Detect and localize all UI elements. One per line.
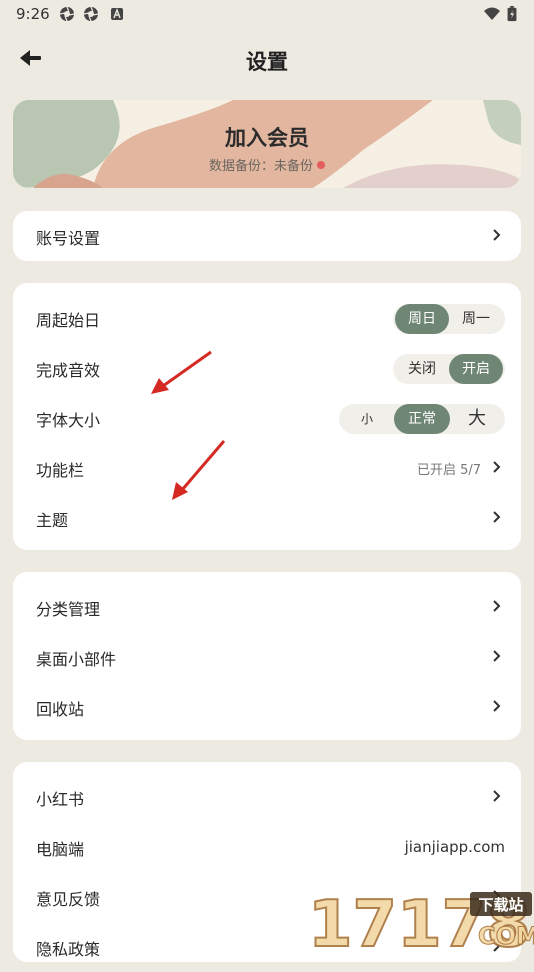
week-start-monday-option[interactable]: 周一 [449,304,503,334]
font-size-row: 字体大小 小 正常 大 [13,393,521,443]
account-settings-row[interactable]: 账号设置 [13,211,521,261]
battery-icon [507,6,517,22]
desktop-widget-row[interactable]: 桌面小部件 [13,632,521,682]
watermark-art: 17178 下载站 COM [307,887,534,963]
chevron-right-icon [493,511,501,523]
recycle-bin-row[interactable]: 回收站 [13,682,521,732]
watermark-tag: 下载站 [478,896,523,914]
font-size-label: 字体大小 [36,411,101,430]
function-bar-count: 已开启 5/7 [416,463,481,478]
category-management-row[interactable]: 分类管理 [13,582,521,632]
sound-effect-row: 完成音效 关闭 开启 [13,343,521,393]
week-start-label: 周起始日 [36,311,101,330]
desktop-client-row[interactable]: 电脑端 jianjiapp.com [13,822,521,872]
sound-on-option[interactable]: 开启 [449,354,503,384]
chevron-right-icon [493,600,501,612]
font-small-option[interactable]: 小 [341,404,393,434]
xiaohongshu-row[interactable]: 小红书 [13,772,521,822]
function-bar-row[interactable]: 功能栏 已开启 5/7 [13,443,521,493]
font-size-toggle: 小 正常 大 [339,404,505,434]
desktop-widget-label: 桌面小部件 [36,650,117,669]
banner-title: 加入会员 [225,126,309,150]
week-start-sunday-option[interactable]: 周日 [395,304,449,334]
chevron-right-icon [493,461,501,473]
unbacked-dot-indicator [317,161,325,169]
week-start-row: 周起始日 周日 周一 [13,293,521,343]
theme-label: 主题 [36,511,69,530]
desktop-client-label: 电脑端 [36,840,85,859]
backup-status: 数据备份：未备份 [13,155,521,174]
account-settings-label: 账号设置 [36,229,101,248]
week-start-toggle: 周日 周一 [393,304,505,334]
font-normal-option[interactable]: 正常 [394,404,450,434]
status-bar: 9:26 [0,0,534,28]
function-bar-label: 功能栏 [36,461,85,480]
annotation-arrow-icon [151,350,212,394]
annotation-arrow-icon [172,440,226,500]
feedback-label: 意见反馈 [36,890,101,909]
xiaohongshu-label: 小红书 [36,790,85,809]
watermark-domain: COM [478,922,534,950]
desktop-client-url: jianjiapp.com [404,838,505,856]
status-time: 9:26 [16,5,50,23]
membership-banner[interactable]: 加入会员 数据备份：未备份 [13,100,521,188]
shutter-notification-icon [59,6,75,22]
privacy-policy-label: 隐私政策 [36,940,101,959]
category-management-label: 分类管理 [36,600,101,619]
sound-effect-toggle: 关闭 开启 [393,354,505,384]
app-notification-icon [111,8,123,20]
wifi-icon [484,7,500,20]
page-title: 设置 [246,50,288,74]
chevron-right-icon [493,700,501,712]
chevron-right-icon [493,790,501,802]
sound-effect-label: 完成音效 [36,361,101,380]
recycle-bin-label: 回收站 [36,700,85,719]
chevron-right-icon [493,650,501,662]
shutter-notification-icon [83,6,99,22]
management-card: 分类管理 桌面小部件 回收站 [13,572,521,740]
font-large-option[interactable]: 大 [451,404,503,434]
site-watermark: 17178 下载站 COM [306,882,534,963]
theme-row[interactable]: 主题 [13,493,521,543]
backup-status-text: 数据备份：未备份 [208,159,313,174]
preferences-card: 周起始日 周日 周一 完成音效 关闭 开启 字体大小 小 正常 大 功能栏 已开… [13,283,521,550]
chevron-right-icon [493,229,501,241]
sound-off-option[interactable]: 关闭 [395,354,449,384]
account-card: 账号设置 [13,211,521,261]
